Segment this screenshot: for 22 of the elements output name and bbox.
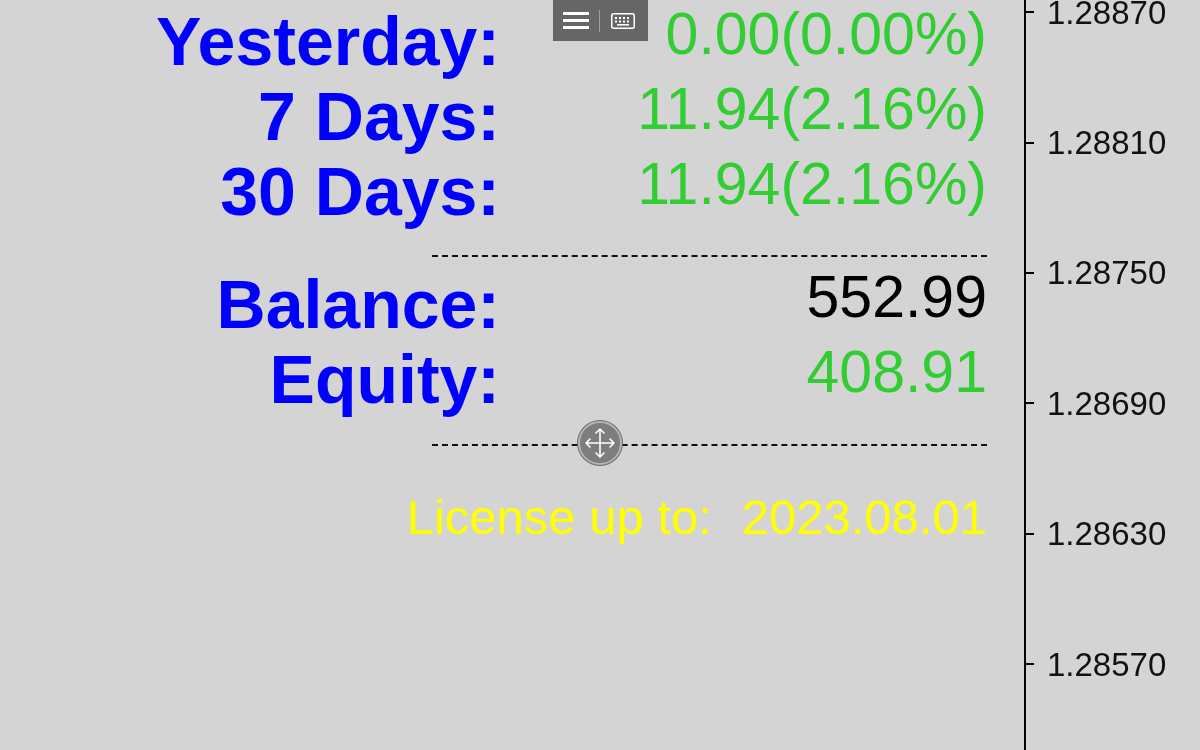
stat-label: 30 Days: (220, 153, 500, 229)
move-handle[interactable] (578, 421, 622, 465)
license-date: 2023.08.01 (741, 489, 987, 546)
price-label: 1.28750 (1047, 256, 1167, 290)
stat-label: 7 Days: (258, 78, 500, 154)
stat-value: 0.00(0.00%) (665, 1, 987, 67)
stat-value: 11.94(2.16%) (637, 151, 987, 217)
stat-label: Yesterday: (156, 3, 500, 79)
stat-value: 552.99 (806, 264, 987, 330)
stat-label: Equity: (269, 341, 500, 417)
move-arrows-icon (585, 428, 615, 458)
stat-value: 408.91 (806, 339, 987, 405)
license-label: License up to: (406, 489, 712, 546)
price-label: 1.28630 (1047, 517, 1167, 551)
menu-icon (563, 12, 589, 29)
price-label: 1.28570 (1047, 647, 1167, 681)
keyboard-icon (611, 12, 635, 29)
price-label: 1.28690 (1047, 386, 1167, 420)
stat-value: 11.94(2.16%) (637, 76, 987, 142)
price-label: 1.28870 (1047, 0, 1167, 29)
price-label: 1.28810 (1047, 126, 1167, 160)
stat-label: Balance: (216, 266, 500, 342)
